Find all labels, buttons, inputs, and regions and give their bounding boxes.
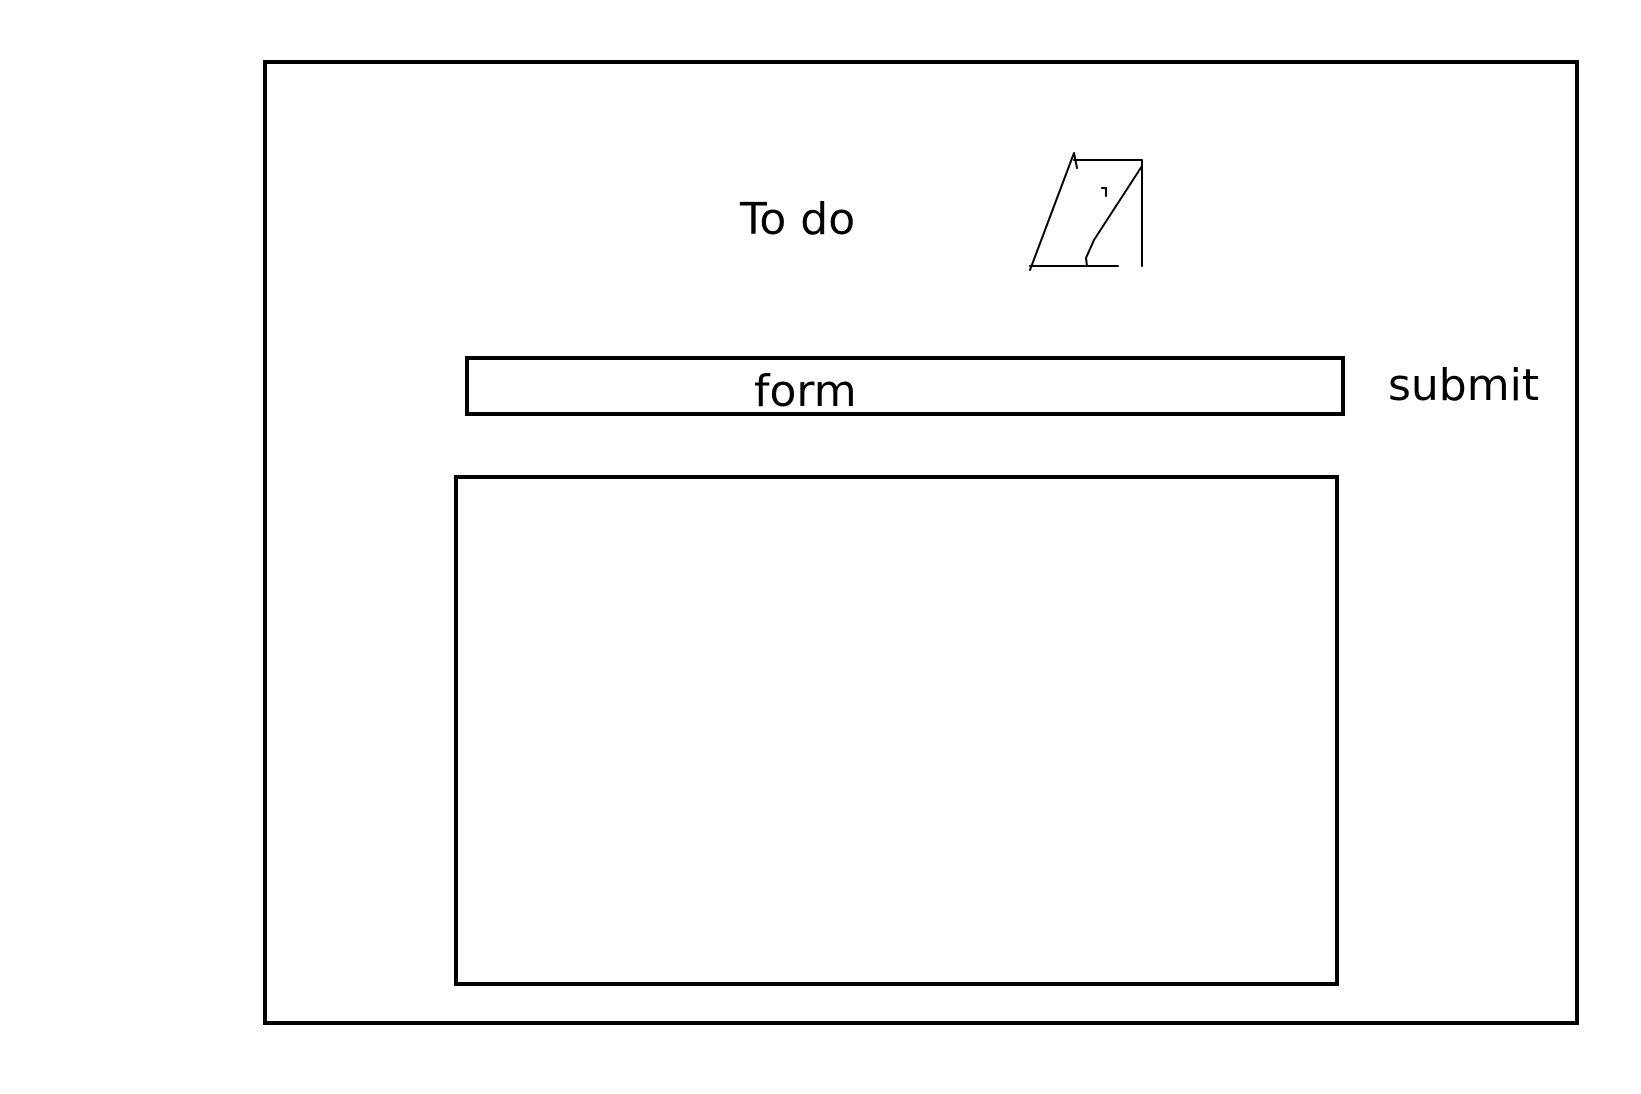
submit-button[interactable]: submit: [1388, 358, 1539, 414]
page-title: To do: [740, 194, 856, 245]
sketch-logo-icon: [1029, 152, 1143, 271]
todo-form-input[interactable]: [465, 356, 1345, 416]
todo-list: [454, 475, 1339, 986]
